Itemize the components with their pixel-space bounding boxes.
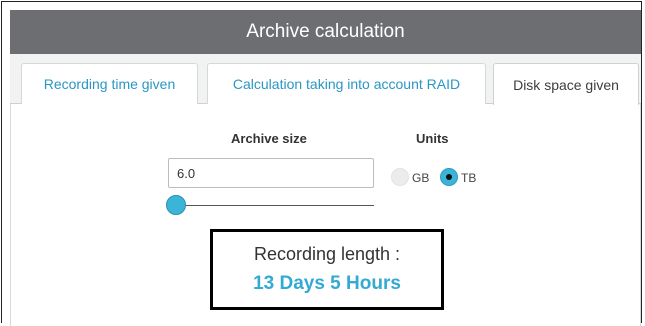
unit-gb-label: GB	[412, 171, 430, 185]
tab-label: Calculation taking into account RAID	[232, 76, 461, 92]
archive-size-slider-track[interactable]	[176, 205, 374, 206]
archive-size-label: Archive size	[231, 131, 307, 146]
unit-gb-radio[interactable]	[391, 168, 409, 186]
tab-label: Recording time given	[43, 76, 176, 92]
archive-size-slider-thumb[interactable]	[166, 195, 186, 215]
recording-length-value: 13 Days 5 Hours	[253, 273, 401, 294]
tab-disk-space-given[interactable]: Disk space given	[493, 63, 639, 105]
archive-size-input[interactable]	[168, 158, 374, 188]
recording-length-result: Recording length : 13 Days 5 Hours	[210, 229, 444, 310]
tab-recording-time-given[interactable]: Recording time given	[21, 63, 198, 104]
recording-length-title: Recording length :	[253, 244, 401, 264]
panel-title: Archive calculation	[246, 21, 405, 42]
tab-calculation-raid[interactable]: Calculation taking into account RAID	[207, 63, 486, 104]
panel-header: Archive calculation	[10, 10, 641, 54]
unit-tb-label: TB	[461, 171, 477, 185]
tab-bar: Recording time given Calculation taking …	[10, 54, 641, 105]
unit-tb-radio[interactable]	[440, 168, 458, 186]
tab-label: Disk space given	[513, 76, 619, 93]
units-label: Units	[416, 131, 449, 146]
